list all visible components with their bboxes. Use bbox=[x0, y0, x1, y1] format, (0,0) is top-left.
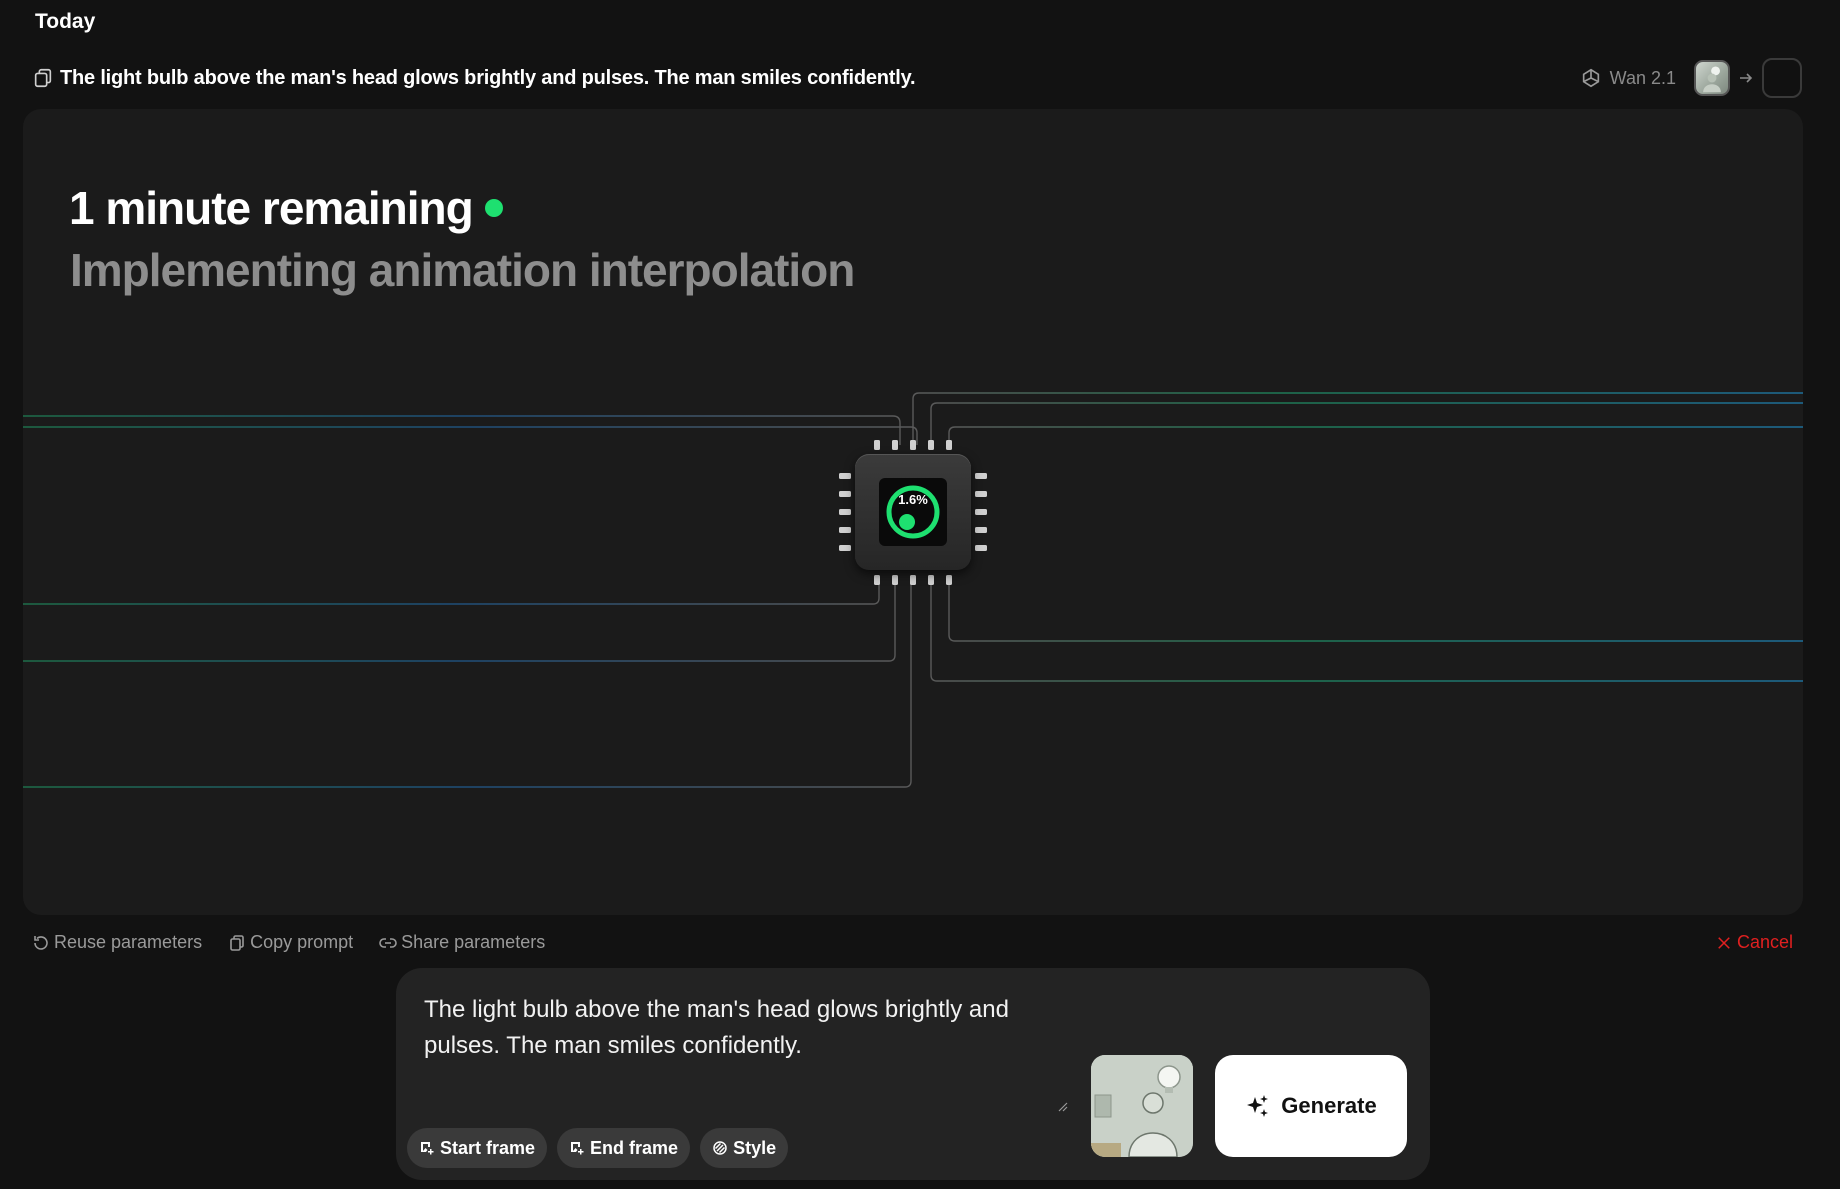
start-frame-thumbnail[interactable] bbox=[1694, 60, 1730, 96]
arrow-right-icon bbox=[1738, 70, 1754, 86]
copy-icon[interactable] bbox=[32, 67, 54, 89]
close-icon bbox=[1718, 936, 1730, 949]
generate-label: Generate bbox=[1281, 1093, 1377, 1118]
end-frame-label: End frame bbox=[590, 1137, 679, 1158]
cancel-label: Cancel bbox=[1736, 932, 1793, 952]
model-logo-icon bbox=[1580, 67, 1602, 89]
prompt-input[interactable]: The light bulb above the man's head glow… bbox=[424, 992, 1044, 1064]
style-button[interactable]: Style bbox=[700, 1128, 789, 1168]
generation-progress-panel: 1 minute remaining Implementing animatio… bbox=[23, 109, 1803, 915]
end-frame-placeholder[interactable] bbox=[1762, 58, 1802, 98]
link-icon bbox=[379, 934, 397, 952]
prompt-title: The light bulb above the man's head glow… bbox=[60, 66, 916, 89]
copy-icon bbox=[228, 934, 246, 952]
resize-handle-icon[interactable] bbox=[1056, 1100, 1068, 1112]
progress-percent: 1.6% bbox=[898, 492, 928, 507]
style-icon bbox=[712, 1140, 728, 1156]
model-name: Wan 2.1 bbox=[1609, 67, 1676, 88]
reuse-parameters-label: Reuse parameters bbox=[54, 932, 203, 952]
frame-options: Start frame End frame Style bbox=[407, 1128, 789, 1168]
style-label: Style bbox=[733, 1137, 777, 1158]
refresh-icon bbox=[32, 934, 50, 952]
generate-button[interactable]: Generate bbox=[1215, 1055, 1407, 1157]
processor-chip: 1.6% bbox=[855, 454, 971, 570]
chip-screen: 1.6% bbox=[879, 478, 947, 546]
cancel-button[interactable]: Cancel bbox=[1717, 932, 1793, 953]
progress-ring bbox=[886, 485, 940, 539]
prompt-header: The light bulb above the man's head glow… bbox=[32, 64, 1800, 92]
share-parameters-label: Share parameters bbox=[401, 932, 546, 952]
reuse-parameters-button[interactable]: Reuse parameters bbox=[32, 932, 202, 953]
share-parameters-button[interactable]: Share parameters bbox=[379, 932, 545, 953]
add-image-icon bbox=[569, 1140, 585, 1156]
copy-prompt-label: Copy prompt bbox=[250, 932, 354, 952]
prompt-composer: The light bulb above the man's head glow… bbox=[396, 968, 1430, 1180]
start-frame-button[interactable]: Start frame bbox=[407, 1128, 548, 1168]
start-frame-image[interactable] bbox=[1091, 1055, 1193, 1157]
copy-prompt-button[interactable]: Copy prompt bbox=[228, 932, 353, 953]
sparkles-icon bbox=[1245, 1093, 1271, 1119]
start-frame-label: Start frame bbox=[440, 1137, 536, 1158]
result-actions: Reuse parameters Copy prompt Share param… bbox=[32, 932, 545, 953]
end-frame-button[interactable]: End frame bbox=[557, 1128, 691, 1168]
section-label-today: Today bbox=[35, 10, 96, 33]
model-info: Wan 2.1 bbox=[1580, 58, 1802, 98]
add-image-icon bbox=[419, 1140, 435, 1156]
